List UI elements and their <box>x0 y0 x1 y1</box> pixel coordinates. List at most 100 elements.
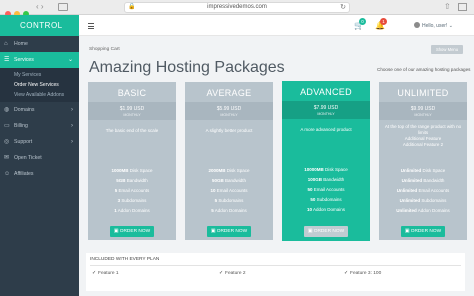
sidebar-item-label: Domains <box>14 107 35 113</box>
plan-features: 10000MB Disk Space 100GB Bandwidth 50 Em… <box>282 165 370 215</box>
plan-name: ADVANCED <box>300 87 352 97</box>
check-icon: ✓ <box>219 271 224 276</box>
ticket-icon: ✉ <box>4 155 10 161</box>
included-feature: ✓ Feature 1 <box>92 271 119 276</box>
url-text: impressivedemos.com <box>207 4 267 10</box>
chevron-right-icon: › <box>71 139 73 145</box>
page-title: Amazing Hosting Packages <box>89 59 285 76</box>
reload-icon[interactable]: ↻ <box>340 3 346 12</box>
plan-feature: Unlimited Bandwidth <box>401 178 445 183</box>
breadcrumb[interactable]: Shopping Cart <box>89 47 120 52</box>
billing-cycle: MONTHLY <box>317 112 335 116</box>
home-icon: ⌂ <box>4 41 8 47</box>
plan-card-advanced: ADVANCED $7.99 USD MONTHLY A more advanc… <box>282 81 370 241</box>
hamburger-menu-icon[interactable] <box>88 23 94 31</box>
plan-name: BASIC <box>117 88 147 98</box>
billing-cycle: MONTHLY <box>220 113 238 117</box>
plan-description: A more advanced product <box>300 127 352 132</box>
chevron-down-icon: ⌄ <box>67 57 73 63</box>
sidebar-item-label: Open Ticket <box>14 155 42 161</box>
avatar[interactable] <box>414 22 420 28</box>
plan-name: AVERAGE <box>206 88 252 98</box>
plan-feature: 5 Addon Domains <box>211 208 247 213</box>
brand-logo[interactable]: CONTROL <box>0 15 79 36</box>
main-content: Shopping Cart Show Menu Amazing Hosting … <box>79 36 474 296</box>
submenu-my-services[interactable]: My Services <box>0 70 79 80</box>
user-menu[interactable]: Hello, user! ⌄ <box>422 23 453 29</box>
show-menu-button[interactable]: Show Menu <box>431 45 463 54</box>
tabs-overview-icon[interactable] <box>458 3 467 11</box>
chevron-right-icon: › <box>71 123 73 129</box>
cart-button[interactable]: 🛒 0 <box>354 18 366 30</box>
sidebar-item-billing[interactable]: ▭ Billing › <box>0 118 79 134</box>
sidebar-item-label: Services <box>14 57 34 63</box>
user-greeting: Hello, user! <box>422 23 448 29</box>
plan-feature: 5 Email Accounts <box>114 188 150 193</box>
top-bar: 🛒 0 🔔 1 Hello, user! ⌄ <box>79 15 474 36</box>
plan-price: $9.99 USD <box>410 106 436 112</box>
notifications-button[interactable]: 🔔 1 <box>375 18 387 30</box>
divider <box>90 265 461 266</box>
plan-feature: Unlimited Addon Domains <box>396 208 450 213</box>
plan-price: $7.99 USD <box>313 105 339 111</box>
check-icon: ✓ <box>92 271 97 276</box>
sidebar-item-label: Billing <box>14 123 28 129</box>
plan-features: Unlimited Disk Space Unlimited Bandwidth… <box>379 166 467 216</box>
sidebar-item-support[interactable]: ◎ Support › <box>0 134 79 150</box>
sidebar-item-label: Support <box>14 139 33 145</box>
page-subtitle: Choose one of our amazing hosting packag… <box>377 67 471 72</box>
plan-feature: 2000MB Disk Space <box>208 168 250 173</box>
plan-price: $1.99 USD <box>119 106 145 112</box>
order-now-button[interactable]: ▣ ORDER NOW <box>207 226 251 237</box>
plan-card-basic: BASIC $1.99 USD MONTHLY The basic end of… <box>88 82 176 240</box>
billing-icon: ▭ <box>4 123 10 129</box>
notification-count-badge: 1 <box>380 18 387 25</box>
plan-feature: 1 Addon Domains <box>114 208 150 213</box>
included-feature: ✓ Feature 3: 100 <box>344 271 382 276</box>
plan-card-unlimited: UNLIMITED $9.99 USD MONTHLY At the top o… <box>379 82 467 240</box>
plan-feature: 50GB Bandwidth <box>211 178 247 183</box>
plan-feature: Unlimited Email Accounts <box>396 188 450 193</box>
plan-feature: 50 Email Accounts <box>307 187 345 192</box>
sidebar-item-label: Home <box>14 41 28 47</box>
submenu-order-new-services[interactable]: Order New Services <box>0 80 79 90</box>
browser-sidebar-button[interactable] <box>58 3 68 11</box>
submenu-view-addons[interactable]: View Available Addons <box>0 90 79 100</box>
plan-feature: 10 Email Accounts <box>210 188 248 193</box>
plan-price: $5.99 USD <box>216 106 242 112</box>
check-icon: ✓ <box>344 271 349 276</box>
lock-icon: 🔒 <box>128 4 136 10</box>
share-icon[interactable]: ⇧ <box>444 2 451 11</box>
plan-feature: 10 Addon Domains <box>306 207 346 212</box>
plan-features: 1000MB Disk Space 5GB Bandwidth 5 Email … <box>88 166 176 216</box>
plan-feature: 1000MB Disk Space <box>111 168 153 173</box>
affiliates-icon: ☺ <box>4 171 11 177</box>
plan-name: UNLIMITED <box>397 88 449 98</box>
plan-card-average: AVERAGE $5.99 USD MONTHLY A slightly bet… <box>185 82 273 240</box>
sidebar-item-open-ticket[interactable]: ✉ Open Ticket <box>0 150 79 166</box>
sidebar-item-affiliates[interactable]: ☺ Affiliates <box>0 166 79 182</box>
sidebar-item-services[interactable]: ☰ Services ⌄ <box>0 52 79 68</box>
sidebar-item-home[interactable]: ⌂ Home <box>0 36 79 52</box>
sidebar-item-domains[interactable]: ◍ Domains › <box>0 102 79 118</box>
plan-feature: 10000MB Disk Space <box>304 167 348 172</box>
order-now-button[interactable]: ▣ ORDER NOW <box>401 226 445 237</box>
sidebar-item-label: Affiliates <box>14 171 34 177</box>
included-feature: ✓ Feature 2 <box>219 271 246 276</box>
browser-toolbar: ‹ › 🔒 impressivedemos.com ↻ ⇧ <box>0 0 474 17</box>
plan-features: 2000MB Disk Space 50GB Bandwidth 10 Emai… <box>185 166 273 216</box>
address-bar[interactable]: 🔒 impressivedemos.com ↻ <box>124 2 350 13</box>
plan-description: A slightly better product <box>205 128 253 133</box>
order-now-button[interactable]: ▣ ORDER NOW <box>110 226 154 237</box>
plan-feature: 50 Subdomains <box>310 197 342 202</box>
chevron-right-icon: › <box>71 107 73 113</box>
plan-feature: 5GB Bandwidth <box>116 178 148 183</box>
order-now-button[interactable]: ▣ ORDER NOW <box>304 226 348 237</box>
plan-description: The basic end of the scale <box>105 128 159 133</box>
support-icon: ◎ <box>4 139 10 145</box>
plan-feature: 5 Subdomains <box>214 198 244 203</box>
globe-icon: ◍ <box>4 107 10 113</box>
plan-feature: 3 Subdomains <box>117 198 147 203</box>
chevron-down-icon: ⌄ <box>448 23 453 29</box>
back-forward-buttons[interactable]: ‹ › <box>36 2 44 11</box>
